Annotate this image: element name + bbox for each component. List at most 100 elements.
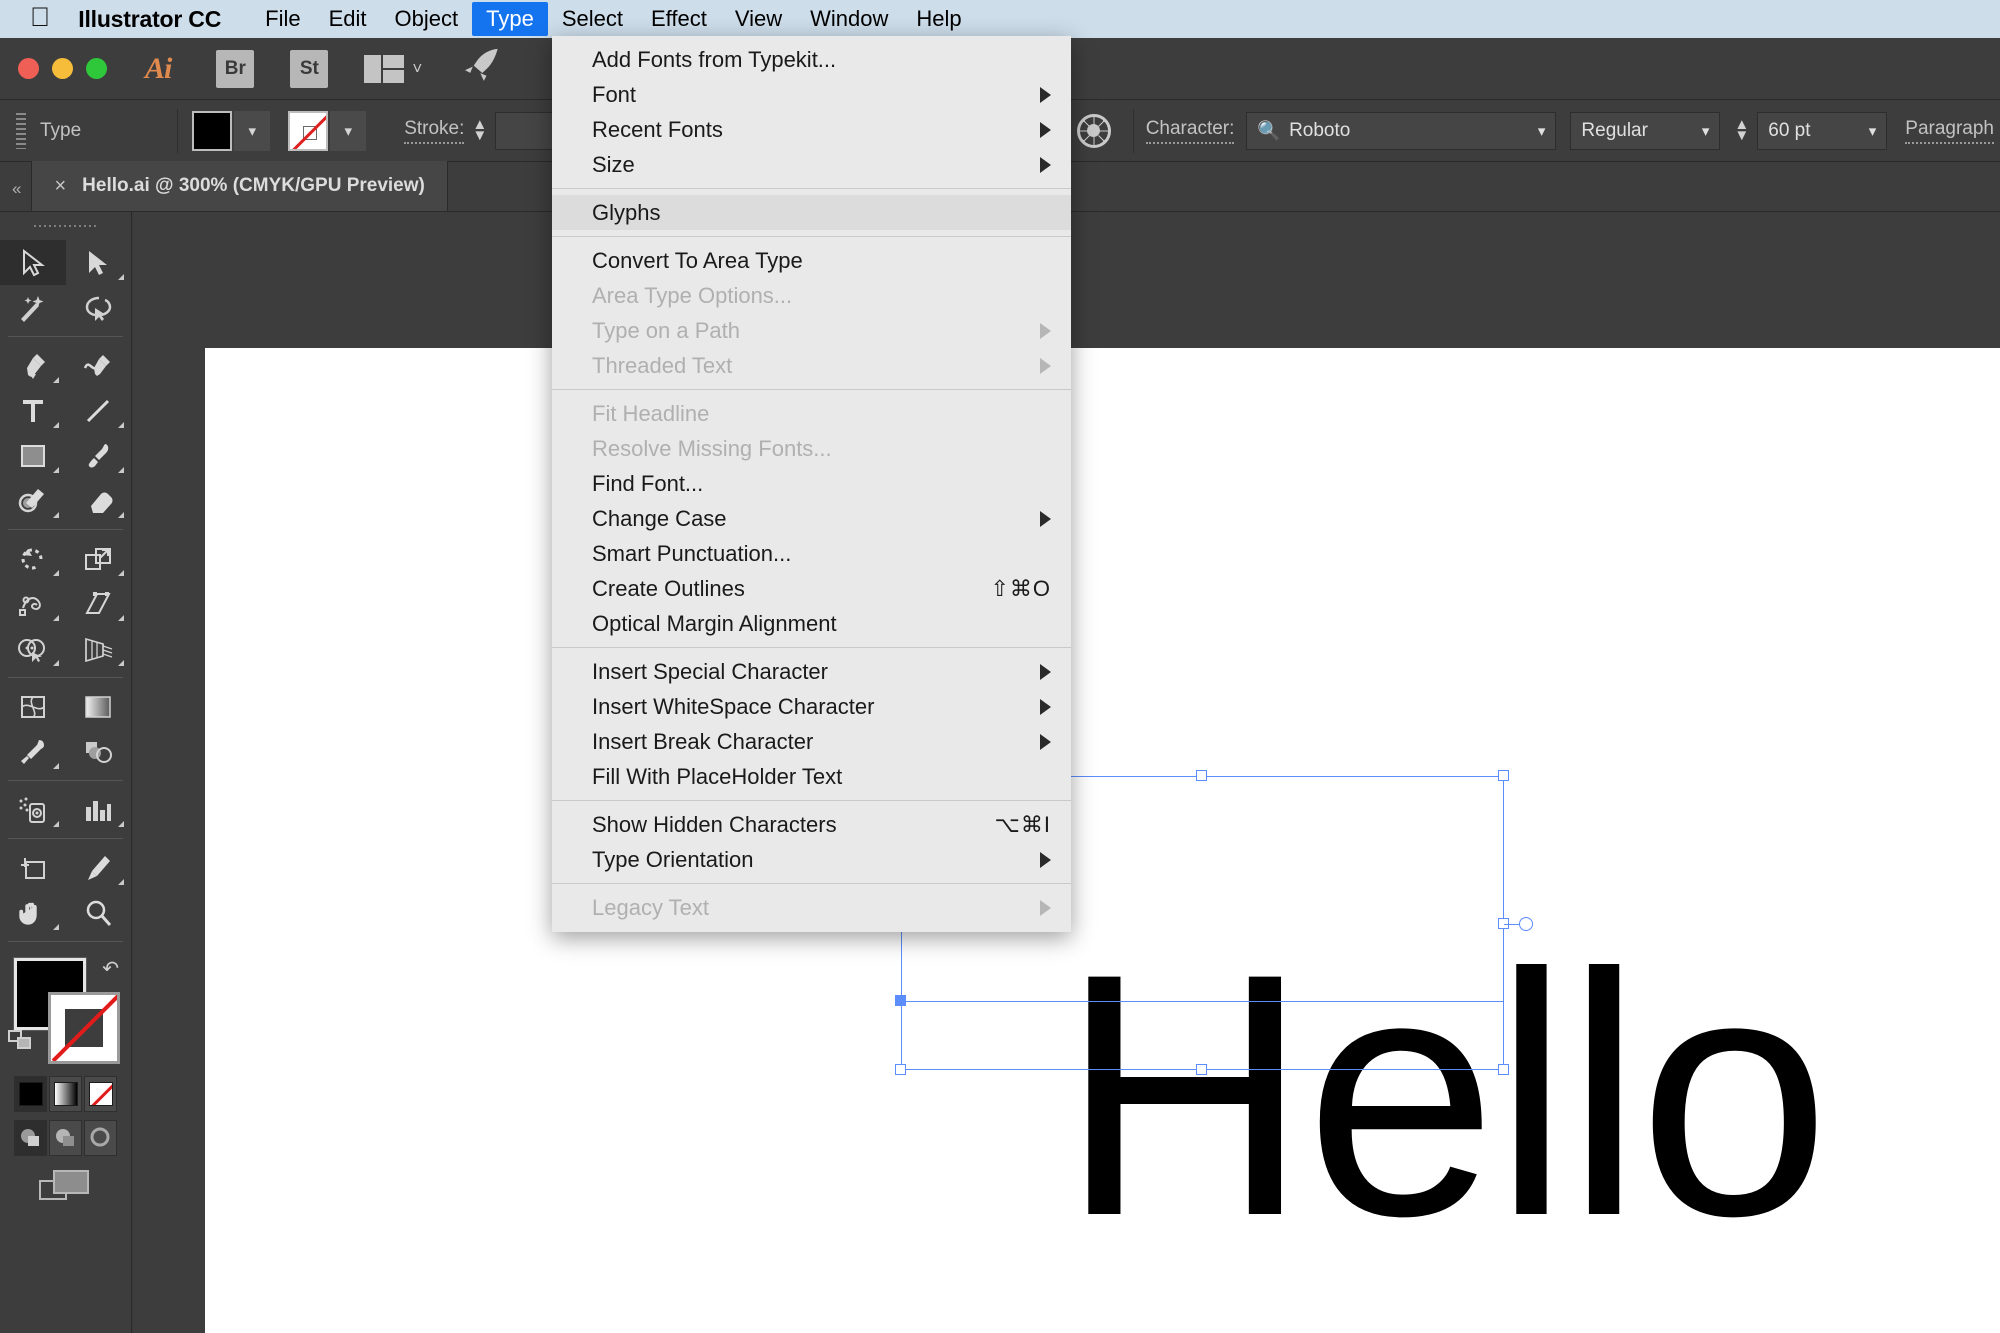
eraser-tool[interactable]: [66, 478, 132, 523]
menu-item-create-outlines[interactable]: Create Outlines ⇧⌘O: [552, 571, 1071, 606]
column-graph-tool[interactable]: [66, 787, 132, 832]
menubar-item-effect[interactable]: Effect: [637, 2, 721, 36]
selection-handle-bottom-left[interactable]: [895, 1064, 906, 1075]
symbol-sprayer-tool[interactable]: [0, 787, 66, 832]
selection-handle-bottom-right[interactable]: [1498, 1064, 1509, 1075]
go-to-bridge-button[interactable]: Br: [216, 49, 255, 88]
color-mode-button[interactable]: [14, 1076, 47, 1112]
menu-item-recent-fonts[interactable]: Recent Fonts: [552, 112, 1071, 147]
apple-logo-icon[interactable]: : [30, 3, 50, 31]
blend-tool[interactable]: [66, 729, 132, 774]
menu-item-add-fonts-from-typekit[interactable]: Add Fonts from Typekit...: [552, 42, 1071, 77]
menubar-item-object[interactable]: Object: [381, 2, 473, 36]
eyedropper-tool[interactable]: [0, 729, 66, 774]
character-label[interactable]: Character:: [1145, 118, 1235, 144]
menu-item-glyphs[interactable]: Glyphs: [552, 195, 1071, 230]
stroke-weight-stepper[interactable]: ▲ ▼: [472, 117, 487, 142]
text-out-port[interactable]: [1519, 917, 1533, 931]
stroke-weight-label[interactable]: Stroke:: [404, 118, 465, 144]
zoom-tool[interactable]: [66, 890, 132, 935]
font-style-field[interactable]: Regular ▾: [1570, 111, 1721, 150]
close-window-button[interactable]: [18, 58, 39, 79]
selection-handle-middle-left[interactable]: [895, 995, 906, 1006]
font-family-chevron-icon[interactable]: ▾: [1538, 122, 1546, 140]
change-screen-mode-icon[interactable]: [38, 1170, 93, 1204]
selection-handle-bottom-center[interactable]: [1196, 1064, 1207, 1075]
menu-item-insert-special-character[interactable]: Insert Special Character: [552, 654, 1071, 689]
perspective-grid-tool[interactable]: [66, 626, 132, 671]
draw-behind-button[interactable]: [49, 1120, 82, 1156]
menu-item-insert-whitespace-character[interactable]: Insert WhiteSpace Character: [552, 689, 1071, 724]
fill-swatch-group[interactable]: ▾: [192, 110, 271, 151]
lasso-tool[interactable]: [66, 285, 132, 330]
fill-color-swatch[interactable]: [192, 110, 233, 151]
magic-wand-tool[interactable]: [0, 285, 66, 330]
rocket-icon[interactable]: [461, 46, 504, 91]
menu-item-convert-to-area-type[interactable]: Convert To Area Type: [552, 243, 1071, 278]
menu-item-smart-punctuation[interactable]: Smart Punctuation...: [552, 536, 1071, 571]
character-panel-icon[interactable]: [1076, 113, 1111, 148]
menu-item-insert-break-character[interactable]: Insert Break Character: [552, 724, 1071, 759]
stroke-swatch-group[interactable]: ▾: [288, 110, 367, 151]
font-size-chevron-icon[interactable]: ▾: [1869, 122, 1877, 140]
font-size-stepper[interactable]: ▲ ▼: [1734, 117, 1749, 142]
minimize-window-button[interactable]: [52, 58, 73, 79]
curvature-tool[interactable]: [66, 343, 132, 388]
shaper-tool[interactable]: [0, 478, 66, 523]
menu-item-fill-with-placeholder-text[interactable]: Fill With PlaceHolder Text: [552, 759, 1071, 794]
menu-item-type-orientation[interactable]: Type Orientation: [552, 842, 1071, 877]
font-size-field[interactable]: 60 pt ▾: [1757, 111, 1888, 150]
mesh-tool[interactable]: [0, 684, 66, 729]
close-document-icon[interactable]: ×: [54, 175, 66, 198]
type-menu-dropdown[interactable]: Add Fonts from Typekit... Font Recent Font…: [552, 36, 1071, 932]
menu-item-optical-margin-alignment[interactable]: Optical Margin Alignment: [552, 606, 1071, 641]
control-bar-gripper[interactable]: [16, 112, 26, 149]
selection-handle-top-right[interactable]: [1498, 770, 1509, 781]
menubar-item-type[interactable]: Type: [472, 2, 548, 36]
selection-tool[interactable]: [0, 240, 66, 285]
arrange-documents-icon[interactable]: [364, 54, 405, 83]
draw-normal-button[interactable]: [14, 1120, 47, 1156]
active-app-name[interactable]: Illustrator CC: [78, 6, 221, 33]
fill-dropdown-arrow[interactable]: ▾: [234, 110, 271, 151]
zoom-window-button[interactable]: [86, 58, 107, 79]
font-style-chevron-icon[interactable]: ▾: [1702, 122, 1710, 140]
document-tab[interactable]: × Hello.ai @ 300% (CMYK/GPU Preview): [31, 161, 448, 211]
gradient-mode-button[interactable]: [49, 1076, 82, 1112]
menu-item-change-case[interactable]: Change Case: [552, 501, 1071, 536]
draw-inside-button[interactable]: [84, 1120, 117, 1156]
stroke-dropdown-arrow[interactable]: ▾: [330, 110, 367, 151]
width-tool[interactable]: [0, 581, 66, 626]
stroke-color-box[interactable]: [48, 992, 120, 1064]
menu-item-show-hidden-characters[interactable]: Show Hidden Characters ⌥⌘I: [552, 807, 1071, 842]
adobe-stock-button[interactable]: St: [290, 49, 329, 88]
line-segment-tool[interactable]: [66, 388, 132, 433]
menubar-item-edit[interactable]: Edit: [315, 2, 381, 36]
type-tool[interactable]: [0, 388, 66, 433]
default-fill-stroke-icon[interactable]: [8, 1030, 34, 1052]
menu-item-size[interactable]: Size: [552, 147, 1071, 182]
swap-fill-stroke-icon[interactable]: ↶: [102, 956, 119, 981]
menu-item-font[interactable]: Font: [552, 77, 1071, 112]
slice-tool[interactable]: [66, 845, 132, 890]
gradient-tool[interactable]: [66, 684, 132, 729]
menu-item-find-font[interactable]: Find Font...: [552, 466, 1071, 501]
paintbrush-tool[interactable]: [66, 433, 132, 478]
menubar-item-help[interactable]: Help: [902, 2, 975, 36]
font-family-field[interactable]: 🔍 Roboto ▾: [1246, 111, 1557, 150]
menubar-item-view[interactable]: View: [721, 2, 796, 36]
selection-handle-top-center[interactable]: [1196, 770, 1207, 781]
tools-panel-gripper[interactable]: [34, 218, 97, 234]
pen-tool[interactable]: [0, 343, 66, 388]
paragraph-label[interactable]: Paragraph: [1905, 118, 1994, 144]
direct-selection-tool[interactable]: [66, 240, 132, 285]
shape-builder-tool[interactable]: [0, 626, 66, 671]
rotate-tool[interactable]: [0, 536, 66, 581]
none-mode-button[interactable]: [84, 1076, 117, 1112]
menubar-item-file[interactable]: File: [251, 2, 314, 36]
menubar-item-select[interactable]: Select: [548, 2, 637, 36]
collapse-panels-icon[interactable]: «: [0, 179, 31, 211]
hand-tool[interactable]: [0, 890, 66, 935]
scale-tool[interactable]: [66, 536, 132, 581]
chevron-down-icon[interactable]: ˅: [412, 59, 422, 79]
